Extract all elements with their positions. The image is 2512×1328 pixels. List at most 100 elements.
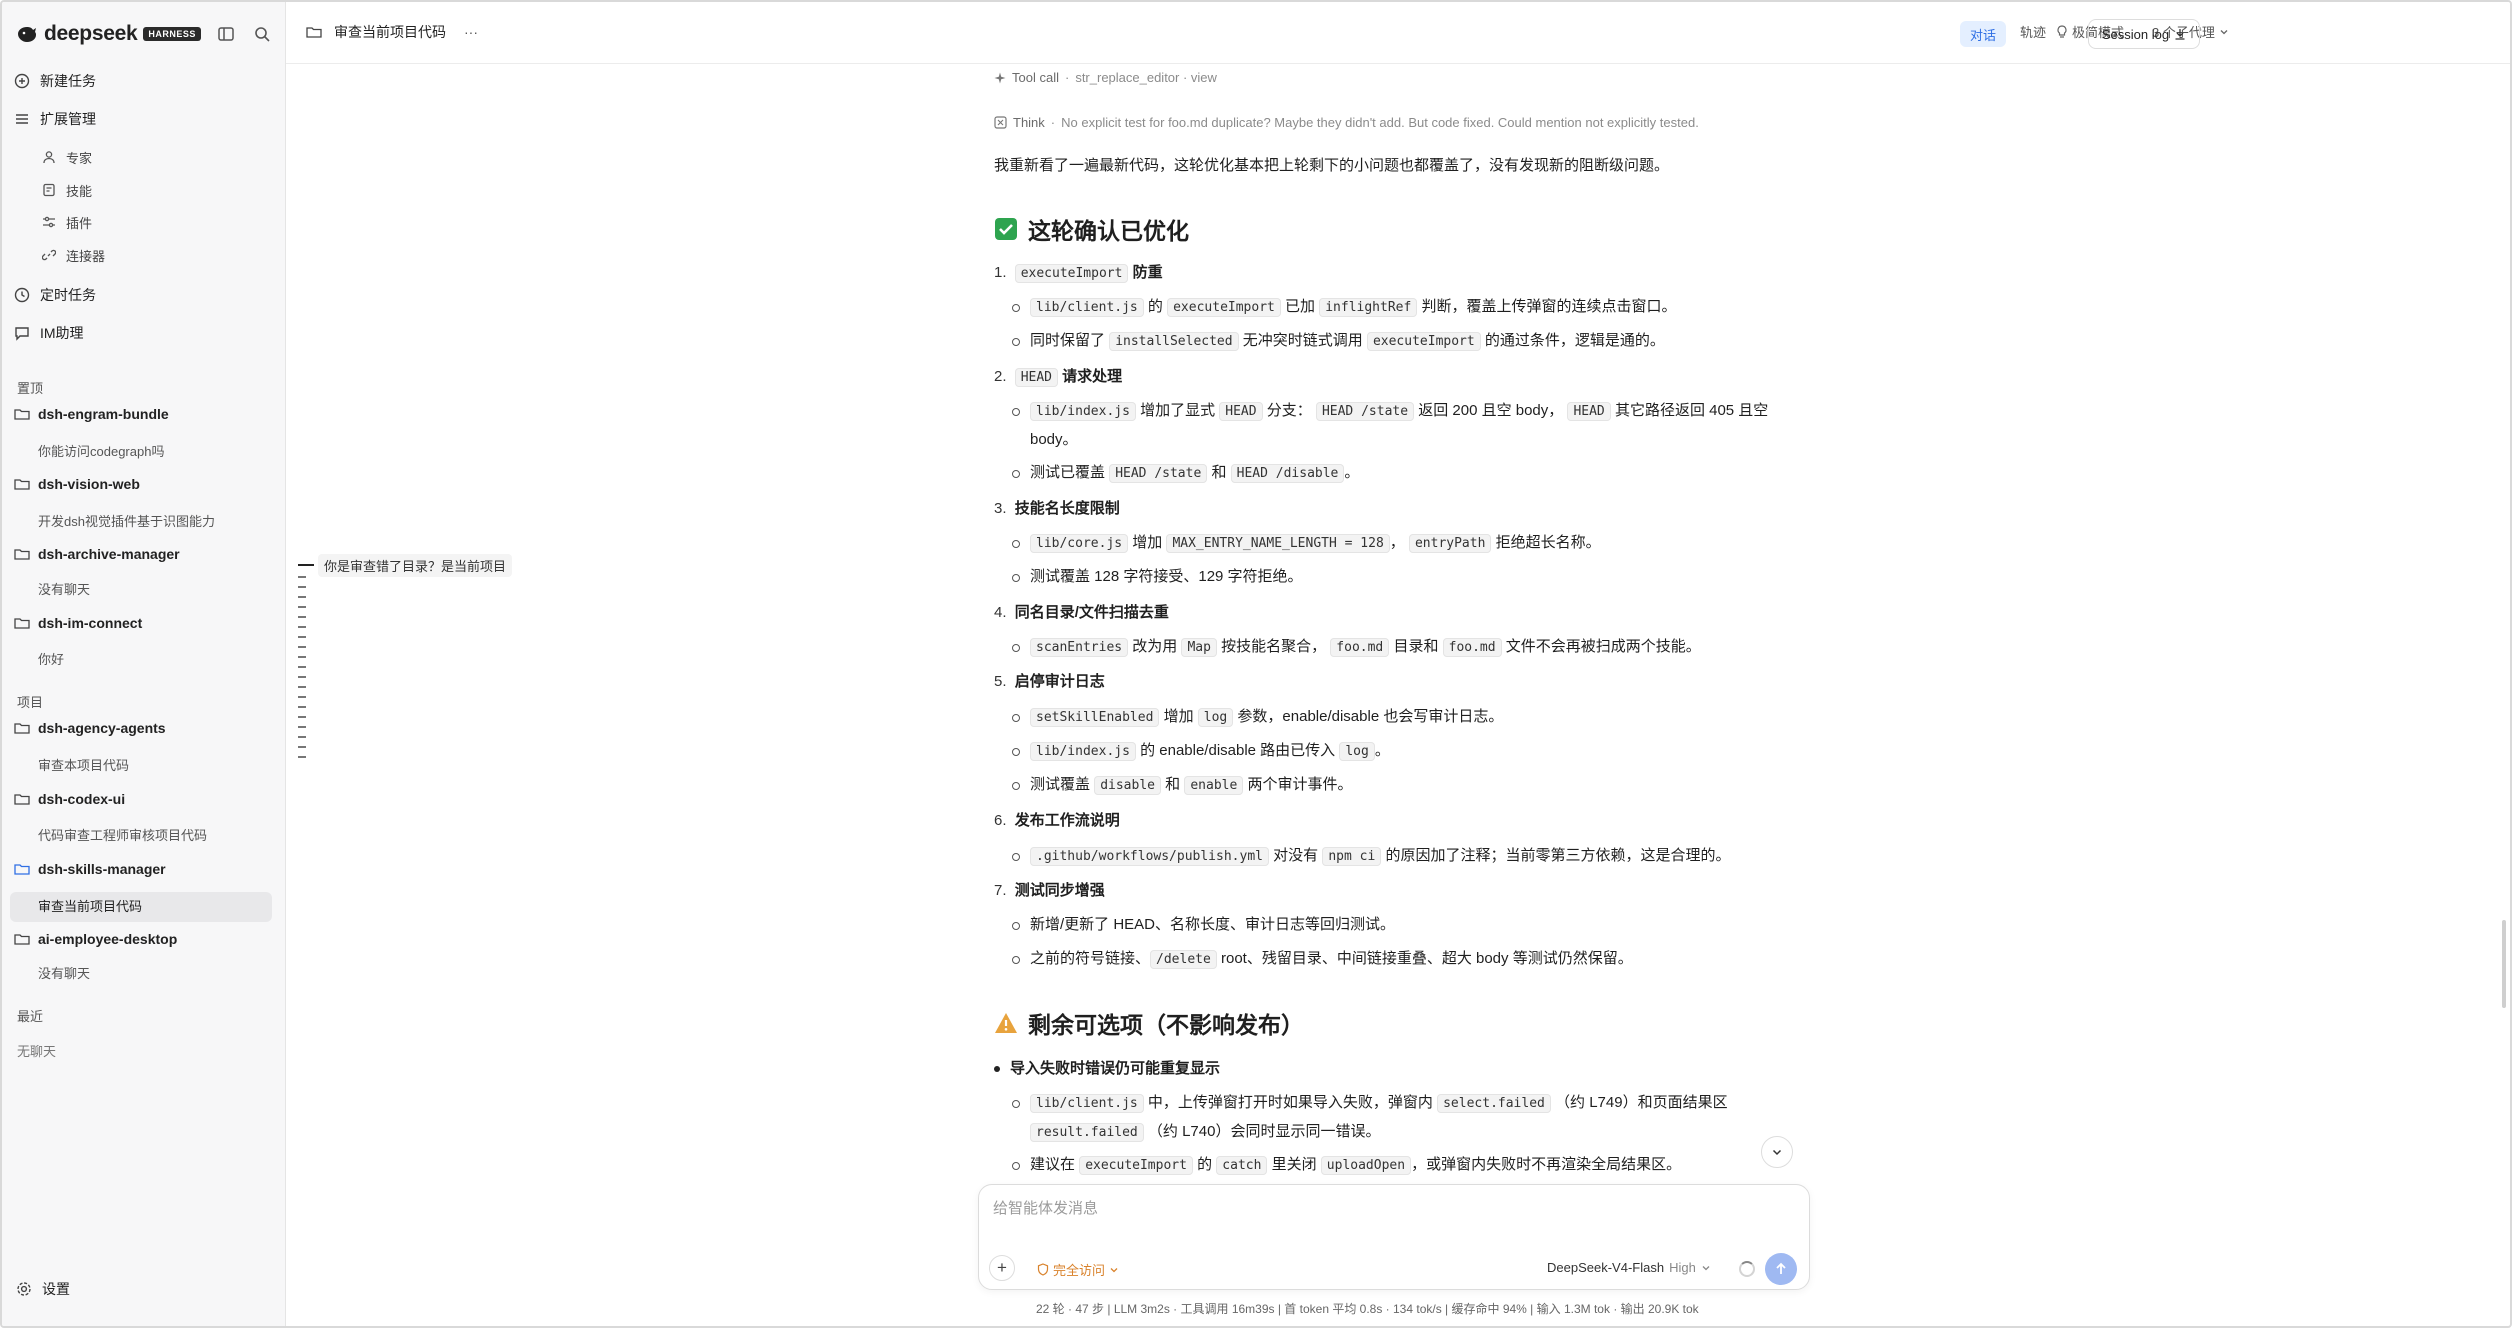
session-log-label: Session log xyxy=(2101,26,2170,42)
sidebar-item-connectors[interactable]: 连接器 xyxy=(42,241,105,269)
im-assistant-button[interactable]: IM助理 xyxy=(14,318,274,348)
reasoning-level: High xyxy=(1669,1260,1696,1275)
tab-trace[interactable]: 轨迹 xyxy=(2020,22,2046,41)
project-dsh-engram-bundle[interactable]: dsh-engram-bundle xyxy=(14,400,274,428)
chat-item[interactable]: 没有聊天 xyxy=(38,964,90,984)
add-attachment-button[interactable]: + xyxy=(989,1255,1015,1281)
message-composer: 给智能体发消息 + 完全访问 DeepSeek-V4-Flash High xyxy=(978,1184,1810,1290)
summary-paragraph: 我重新看了一遍最新代码，这轮优化基本把上轮剩下的小问题也都覆盖了，没有发现新的阻… xyxy=(994,157,1670,174)
timeline-marker[interactable] xyxy=(298,636,306,638)
brand-name: deepseek xyxy=(44,22,138,45)
project-ai-employee-desktop[interactable]: ai-employee-desktop xyxy=(14,925,274,953)
toggle-sidebar-icon[interactable] xyxy=(214,22,238,46)
session-log-button[interactable]: Session log xyxy=(2088,19,2200,49)
project-dsh-codex-ui[interactable]: dsh-codex-ui xyxy=(14,785,274,813)
timeline-marker[interactable] xyxy=(298,586,306,588)
folder-icon xyxy=(14,547,30,561)
timeline-marker[interactable] xyxy=(298,646,306,648)
warning-icon xyxy=(994,1012,1018,1034)
chevron-down-icon xyxy=(2219,27,2229,37)
chat-item[interactable]: 没有聊天 xyxy=(38,580,90,600)
project-name: dsh-skills-manager xyxy=(38,861,166,877)
extension-manage-label: 扩展管理 xyxy=(40,111,96,127)
folder-icon xyxy=(14,407,30,421)
timeline-marker[interactable] xyxy=(298,576,306,578)
chat-item[interactable]: 你好 xyxy=(38,650,64,670)
brand[interactable]: deepseek HARNESS xyxy=(16,22,201,46)
think-row[interactable]: Think · No explicit test for foo.md dupl… xyxy=(994,115,1699,130)
access-mode-dropdown[interactable]: 完全访问 xyxy=(1037,1260,1119,1279)
message-timeline: 你是审查错了目录？是当前项目 xyxy=(298,554,538,774)
timeline-marker[interactable] xyxy=(298,746,306,748)
model-selector[interactable]: DeepSeek-V4-Flash High xyxy=(1547,1260,1711,1275)
new-task-button[interactable]: 新建任务 xyxy=(14,66,274,96)
settings-label: 设置 xyxy=(42,1281,70,1297)
user-icon xyxy=(42,150,56,164)
chat-item[interactable]: 代码审查工程师审核项目代码 xyxy=(38,826,207,846)
search-icon[interactable] xyxy=(250,22,274,46)
chat-item[interactable]: 你能访问codegraph吗 xyxy=(38,442,164,462)
sidebar-item-experts[interactable]: 专家 xyxy=(42,143,92,171)
timeline-marker[interactable] xyxy=(298,736,306,738)
list-item: 3. 技能名长度限制 xyxy=(994,500,1120,517)
project-name: dsh-engram-bundle xyxy=(38,406,169,422)
chat-item[interactable]: 开发dsh视觉插件基于识图能力 xyxy=(38,512,215,532)
chevron-down-icon xyxy=(1701,1263,1711,1273)
skill-doc-icon xyxy=(42,183,56,197)
heading-remaining: 剩余可选项（不影响发布） xyxy=(994,1006,1304,1040)
chat-item[interactable]: 审查本项目代码 xyxy=(38,756,129,776)
message-input[interactable]: 给智能体发消息 xyxy=(993,1197,1098,1218)
folder-open-icon xyxy=(14,862,30,876)
timeline-marker[interactable] xyxy=(298,706,306,708)
access-mode-label: 完全访问 xyxy=(1053,1263,1106,1278)
timeline-marker[interactable] xyxy=(298,676,306,678)
timeline-marker[interactable] xyxy=(298,726,306,728)
list-item: 新增/更新了 HEAD、名称长度、审计日志等回归测试。 xyxy=(1012,911,1770,939)
im-label: IM助理 xyxy=(40,325,84,341)
scrollbar-thumb[interactable] xyxy=(2502,920,2506,1008)
project-dsh-im-connect[interactable]: dsh-im-connect xyxy=(14,609,274,637)
extension-manage-button[interactable]: 扩展管理 xyxy=(14,104,274,134)
more-options-button[interactable]: ··· xyxy=(464,24,478,40)
sidebar-item-plugins[interactable]: 插件 xyxy=(42,208,92,236)
sliders-icon xyxy=(42,215,56,229)
skills-label: 技能 xyxy=(66,183,93,199)
scroll-to-bottom-button[interactable] xyxy=(1761,1136,1793,1168)
timeline-marker[interactable] xyxy=(298,616,306,618)
timeline-marker[interactable] xyxy=(298,666,306,668)
timeline-marker[interactable] xyxy=(298,716,306,718)
list-item: 测试覆盖 128 字符接受、129 字符拒绝。 xyxy=(1012,563,1770,591)
folder-icon xyxy=(306,25,322,39)
send-button[interactable] xyxy=(1765,1253,1797,1285)
timeline-marker[interactable] xyxy=(298,656,306,658)
harness-badge: HARNESS xyxy=(143,27,201,41)
list-item: lib/core.js 增加 MAX_ENTRY_NAME_LENGTH = 1… xyxy=(1012,529,1770,558)
app-window: deepseek HARNESS 新建任务 扩展管理 专家 技能 插件 连接器 … xyxy=(0,0,2512,1328)
project-dsh-vision-web[interactable]: dsh-vision-web xyxy=(14,470,274,498)
timeline-marker[interactable] xyxy=(298,686,306,688)
timeline-marker[interactable] xyxy=(298,606,306,608)
chat-bubble-icon xyxy=(14,325,30,341)
plus-icon: + xyxy=(997,1258,1007,1277)
project-dsh-archive-manager[interactable]: dsh-archive-manager xyxy=(14,540,274,568)
folder-icon xyxy=(14,932,30,946)
menu-icon xyxy=(14,111,30,127)
sidebar-item-skills[interactable]: 技能 xyxy=(42,176,92,204)
timeline-marker-active[interactable] xyxy=(298,564,314,566)
scheduled-tasks-button[interactable]: 定时任务 xyxy=(14,280,274,310)
timeline-marker[interactable] xyxy=(298,626,306,628)
tab-chat[interactable]: 对话 xyxy=(1960,21,2006,47)
timeline-marker[interactable] xyxy=(298,756,306,758)
timeline-marker[interactable] xyxy=(298,696,306,698)
chat-item-active[interactable]: 审查当前项目代码 xyxy=(38,897,142,917)
project-dsh-agency-agents[interactable]: dsh-agency-agents xyxy=(14,714,274,742)
heading-confirmed-text: 这轮确认已优化 xyxy=(1028,218,1189,244)
project-dsh-skills-manager[interactable]: dsh-skills-manager xyxy=(14,855,274,883)
settings-button[interactable]: 设置 xyxy=(16,1274,276,1304)
model-name: DeepSeek-V4-Flash xyxy=(1547,1260,1665,1275)
tool-call-row[interactable]: Tool call · str_replace_editor · view xyxy=(994,70,1217,85)
timeline-marker[interactable] xyxy=(298,596,306,598)
list-item: lib/client.js 中，上传弹窗打开时如果导入失败，弹窗内 select… xyxy=(1012,1089,1770,1147)
list-item: 1. executeImport 防重 xyxy=(994,264,1163,283)
scheduled-label: 定时任务 xyxy=(40,287,96,303)
